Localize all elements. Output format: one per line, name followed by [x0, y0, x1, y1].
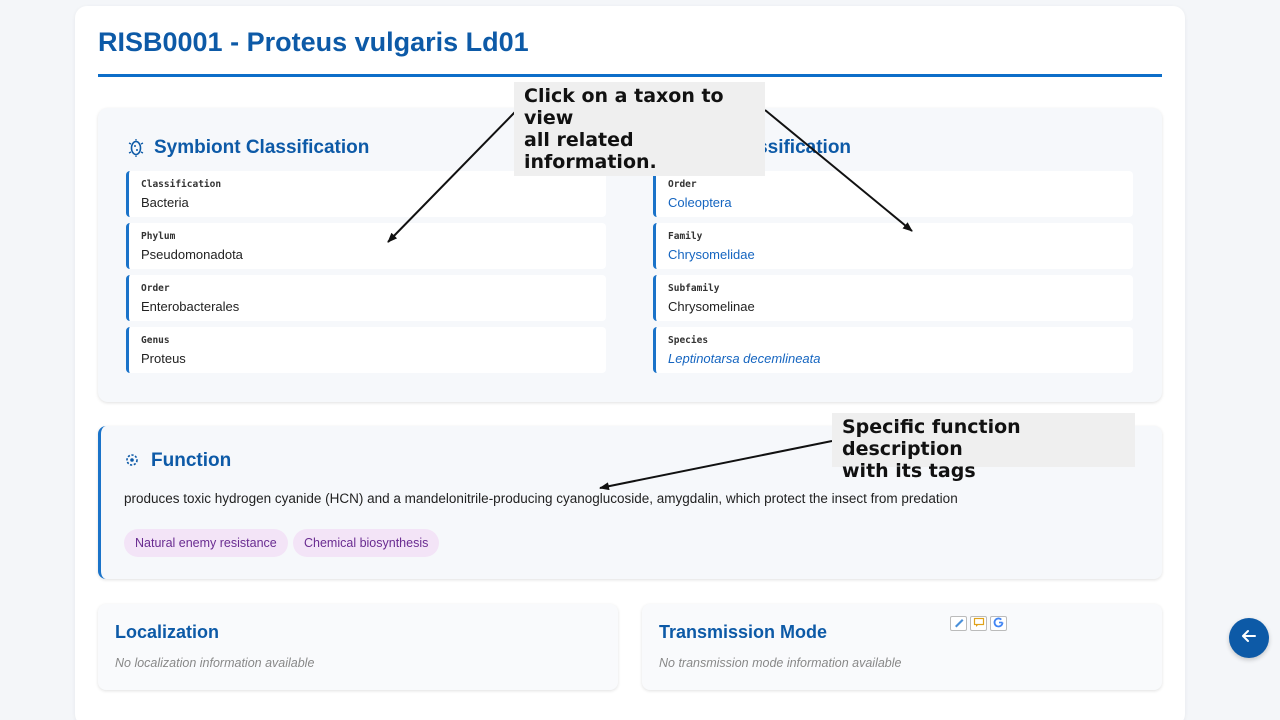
function-tag[interactable]: Chemical biosynthesis — [293, 529, 440, 557]
symbiont-field-order: Order Enterobacterales — [126, 275, 606, 321]
title-divider — [98, 74, 1162, 77]
browser-extension-icons — [950, 616, 1007, 631]
pencil-icon[interactable] — [950, 616, 967, 631]
annotation-text: with its tags — [842, 460, 976, 482]
annotation-text: Click on a taxon to view — [524, 85, 724, 129]
field-value: Chrysomelinae — [668, 299, 755, 314]
gear-icon — [124, 452, 142, 470]
localization-card: Localization No localization information… — [98, 604, 618, 690]
field-value: Pseudomonadota — [141, 247, 243, 262]
field-value: Proteus — [141, 351, 186, 366]
host-field-family: Family Chrysomelidae — [653, 223, 1133, 269]
field-label: Classification — [141, 179, 222, 190]
localization-heading: Localization — [115, 622, 220, 642]
transmission-heading: Transmission Mode — [659, 622, 828, 642]
host-field-order: Order Coleoptera — [653, 171, 1133, 217]
localization-empty-text: No localization information available — [115, 656, 315, 670]
field-label: Subfamily — [668, 283, 720, 294]
function-tag[interactable]: Natural enemy resistance — [124, 529, 288, 557]
annotation-taxon-hint: Click on a taxon to view all related inf… — [514, 82, 765, 176]
back-button[interactable] — [1229, 618, 1269, 658]
transmission-card: Transmission Mode No transmission mode i… — [642, 604, 1162, 690]
field-label: Genus — [141, 335, 170, 346]
function-heading: Function — [124, 450, 231, 472]
host-field-species: Species Leptinotarsa decemlineata — [653, 327, 1133, 373]
page-title: RISB0001 - Proteus vulgaris Ld01 — [98, 27, 529, 57]
taxon-link-order[interactable]: Coleoptera — [668, 195, 732, 210]
annotation-text: Specific function description — [842, 416, 1021, 460]
google-icon[interactable] — [990, 616, 1007, 631]
function-description: produces toxic hydrogen cyanide (HCN) an… — [124, 491, 958, 506]
symbiont-heading: Symbiont Classification — [127, 137, 369, 159]
field-value: Enterobacterales — [141, 299, 240, 314]
symbiont-field-phylum: Phylum Pseudomonadota — [126, 223, 606, 269]
transmission-empty-text: No transmission mode information availab… — [659, 656, 902, 670]
comment-icon[interactable] — [970, 616, 987, 631]
annotation-function-hint: Specific function description with its t… — [832, 413, 1135, 482]
function-heading-text: Function — [151, 450, 232, 471]
field-label: Order — [141, 283, 170, 294]
host-field-subfamily: Subfamily Chrysomelinae — [653, 275, 1133, 321]
taxon-link-family[interactable]: Chrysomelidae — [668, 247, 755, 262]
field-label: Species — [668, 335, 709, 346]
field-label: Phylum — [141, 231, 176, 242]
symbiont-heading-text: Symbiont Classification — [154, 137, 370, 158]
annotation-text: all related information. — [524, 129, 657, 173]
field-label: Family — [668, 231, 703, 242]
field-value: Bacteria — [141, 195, 189, 210]
field-label: Order — [668, 179, 697, 190]
symbiont-field-classification: Classification Bacteria — [126, 171, 606, 217]
taxon-link-species[interactable]: Leptinotarsa decemlineata — [668, 351, 821, 366]
bacteria-icon — [127, 139, 145, 157]
symbiont-field-genus: Genus Proteus — [126, 327, 606, 373]
arrow-left-icon — [1240, 627, 1258, 650]
